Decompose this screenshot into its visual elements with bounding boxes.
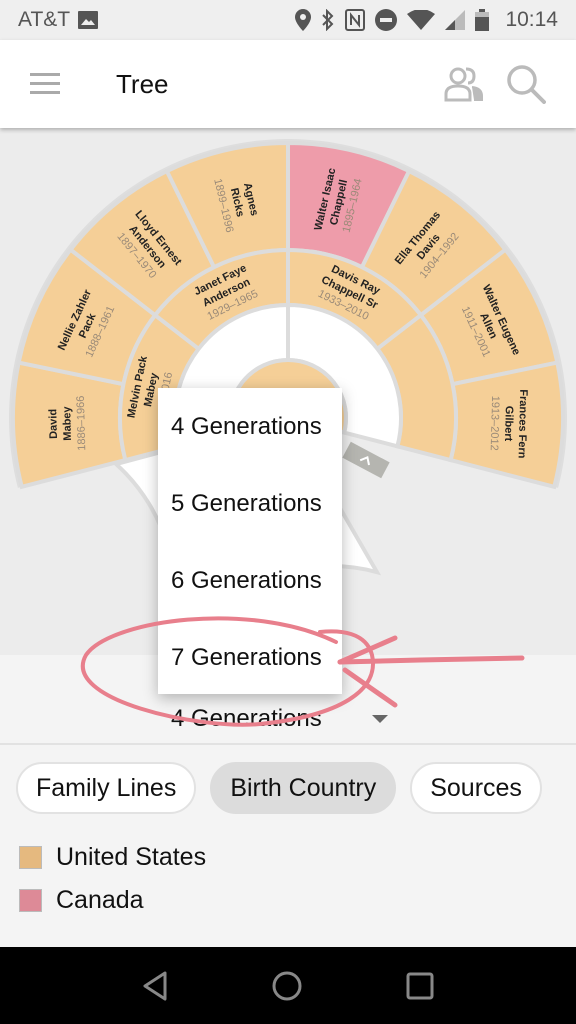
- nfc-icon: [345, 9, 366, 31]
- bluetooth-icon: [322, 9, 334, 31]
- legend-swatch-canada: [19, 889, 42, 912]
- chip-family-lines[interactable]: Family Lines: [16, 762, 197, 814]
- legend-label: United States: [56, 843, 207, 871]
- collapse-handle[interactable]: [342, 441, 390, 479]
- image-icon: [78, 11, 99, 29]
- legend-item-united-states: United States: [19, 836, 206, 879]
- generation-dropdown-menu: 4 Generations 5 Generations 6 Generation…: [158, 388, 342, 694]
- generation-option-7[interactable]: 7 Generations: [158, 619, 342, 696]
- carrier-group: AT&T: [18, 8, 99, 32]
- do-not-disturb-icon: [375, 9, 398, 31]
- person-name: Frances Fern: [516, 389, 530, 459]
- clock: 10:14: [505, 8, 558, 31]
- legend-label: Canada: [56, 886, 144, 914]
- generation-option-6[interactable]: 6 Generations: [158, 542, 342, 619]
- legend: United States Canada: [19, 836, 206, 922]
- people-icon: [444, 67, 483, 102]
- status-bar: AT&T 10:14: [0, 0, 576, 40]
- generation-option-5[interactable]: 5 Generations: [158, 465, 342, 542]
- status-icons: 10:14: [295, 8, 558, 32]
- chip-sources[interactable]: Sources: [410, 762, 542, 814]
- view-chips: Family Lines Birth Country Sources: [16, 762, 542, 814]
- people-button[interactable]: [444, 66, 484, 102]
- recents-button[interactable]: [405, 971, 435, 1001]
- dropdown-caret-icon[interactable]: [372, 715, 388, 723]
- legend-swatch-united-states: [19, 846, 42, 869]
- generation-selector-value[interactable]: 4 Generations: [171, 705, 322, 733]
- page-title: Tree: [116, 68, 169, 99]
- app-bar: Tree: [0, 40, 576, 128]
- person-years: 1886–1966: [75, 396, 88, 451]
- recents-icon: [406, 972, 434, 999]
- hamburger-menu-icon: [30, 73, 60, 94]
- home-icon: [272, 971, 302, 1000]
- battery-icon: [475, 9, 490, 31]
- person-name: David: [47, 409, 60, 439]
- person-name: Gilbert: [502, 406, 515, 442]
- back-button[interactable]: [141, 970, 169, 1002]
- chip-birth-country[interactable]: Birth Country: [210, 762, 397, 814]
- person-years: 1913–2012: [488, 396, 501, 451]
- app-bar-actions: [444, 64, 546, 104]
- collapse-handle-bg: [342, 441, 390, 479]
- signal-icon: [445, 10, 466, 30]
- wifi-icon: [407, 10, 436, 30]
- legend-item-canada: Canada: [19, 879, 206, 922]
- search-icon: [507, 65, 546, 104]
- system-nav-bar: [0, 947, 576, 1024]
- location-icon: [295, 9, 312, 31]
- back-icon: [143, 971, 167, 1000]
- menu-button[interactable]: [0, 40, 90, 128]
- carrier-label: AT&T: [18, 8, 71, 31]
- generation-option-4[interactable]: 4 Generations: [158, 388, 342, 465]
- search-button[interactable]: [506, 64, 546, 104]
- person-name: Mabey: [61, 405, 74, 440]
- home-button[interactable]: [271, 970, 303, 1002]
